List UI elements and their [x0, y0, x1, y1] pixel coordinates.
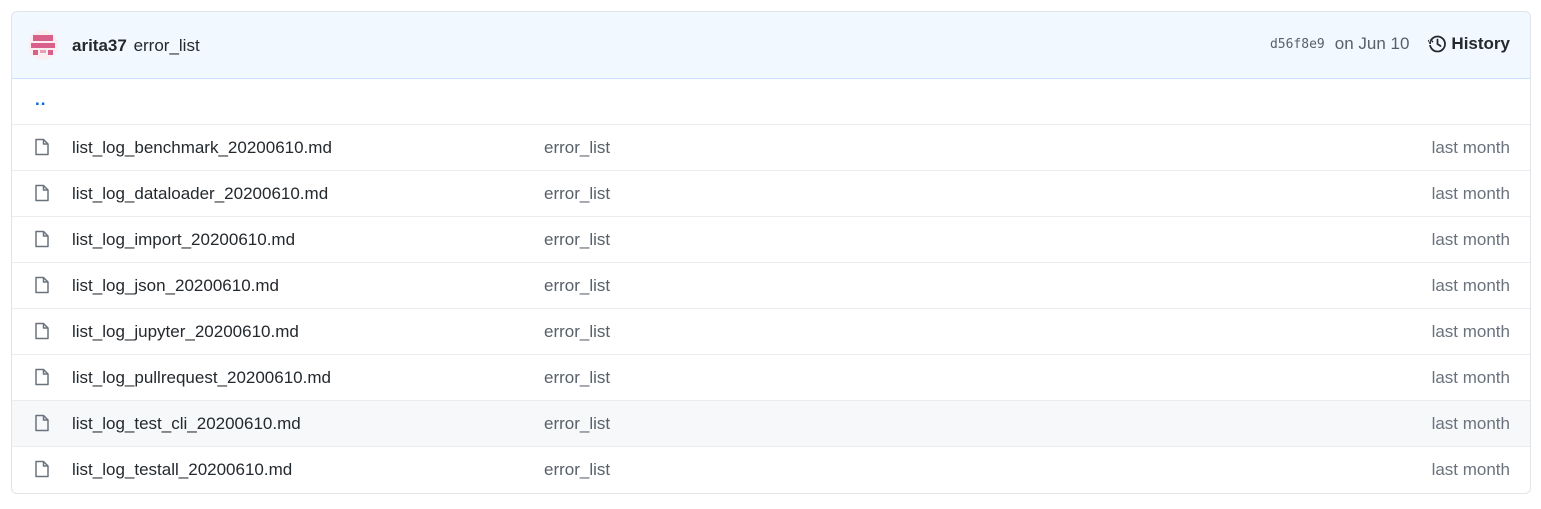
file-row[interactable]: list_log_pullrequest_20200610.md error_li…	[12, 354, 1530, 400]
file-browser: arita37 error_list d56f8e9 on Jun 10 His…	[11, 11, 1531, 494]
file-icon	[34, 322, 50, 340]
history-icon	[1428, 35, 1447, 53]
file-commit-age: last month	[1431, 138, 1510, 157]
file-commit-age: last month	[1431, 414, 1510, 433]
file-row[interactable]: list_log_testall_20200610.md error_list la…	[12, 446, 1530, 492]
commit-summary: arita37 error_list	[72, 36, 200, 56]
file-name-link[interactable]: list_log_testall_20200610.md	[72, 460, 292, 480]
commit-meta: d56f8e9 on Jun 10 History	[1270, 34, 1510, 54]
file-commit-message[interactable]: error_list	[544, 460, 610, 480]
commit-date: on Jun 10	[1334, 34, 1410, 53]
file-commit-message[interactable]: error_list	[544, 368, 610, 388]
file-row[interactable]: list_log_benchmark_20200610.md error_list…	[12, 124, 1530, 170]
file-commit-age: last month	[1431, 230, 1510, 249]
file-row[interactable]: list_log_json_20200610.md error_list last …	[12, 262, 1530, 308]
history-label: History	[1451, 34, 1510, 53]
file-name-link[interactable]: list_log_json_20200610.md	[72, 276, 279, 296]
file-commit-message[interactable]: error_list	[544, 184, 610, 204]
file-row[interactable]: list_log_import_20200610.md error_list las…	[12, 216, 1530, 262]
file-icon	[34, 276, 50, 294]
file-icon	[34, 414, 50, 432]
file-name-link[interactable]: list_log_benchmark_20200610.md	[72, 138, 332, 158]
file-row[interactable]: list_log_dataloader_20200610.md error_lis…	[12, 170, 1530, 216]
latest-commit-header: arita37 error_list d56f8e9 on Jun 10 His…	[12, 12, 1530, 79]
file-icon	[34, 460, 50, 478]
file-name-link[interactable]: list_log_import_20200610.md	[72, 230, 295, 250]
file-commit-message[interactable]: error_list	[544, 230, 610, 250]
file-commit-age: last month	[1431, 276, 1510, 295]
file-icon	[34, 138, 50, 156]
file-icon	[34, 230, 50, 248]
commit-message[interactable]: error_list	[134, 36, 200, 55]
parent-directory-row[interactable]: ..	[12, 79, 1530, 124]
parent-directory-link[interactable]: ..	[35, 90, 46, 110]
author-avatar[interactable]	[28, 30, 58, 60]
file-icon	[34, 184, 50, 202]
file-commit-message[interactable]: error_list	[544, 322, 610, 342]
file-commit-age: last month	[1431, 184, 1510, 203]
commit-author[interactable]: arita37	[72, 36, 127, 55]
file-commit-message[interactable]: error_list	[544, 414, 610, 434]
file-commit-age: last month	[1431, 322, 1510, 341]
file-name-link[interactable]: list_log_test_cli_20200610.md	[72, 414, 301, 434]
commit-sha[interactable]: d56f8e9	[1270, 37, 1325, 52]
file-name-link[interactable]: list_log_pullrequest_20200610.md	[72, 368, 331, 388]
file-commit-age: last month	[1431, 460, 1510, 479]
history-button[interactable]: History	[1427, 34, 1510, 54]
file-icon	[34, 368, 50, 386]
file-name-link[interactable]: list_log_dataloader_20200610.md	[72, 184, 328, 204]
file-row[interactable]: list_log_jupyter_20200610.md error_list la…	[12, 308, 1530, 354]
file-commit-message[interactable]: error_list	[544, 138, 610, 158]
file-commit-age: last month	[1431, 368, 1510, 387]
file-row[interactable]: list_log_test_cli_20200610.md error_list l…	[12, 400, 1530, 446]
file-name-link[interactable]: list_log_jupyter_20200610.md	[72, 322, 299, 342]
file-commit-message[interactable]: error_list	[544, 276, 610, 296]
